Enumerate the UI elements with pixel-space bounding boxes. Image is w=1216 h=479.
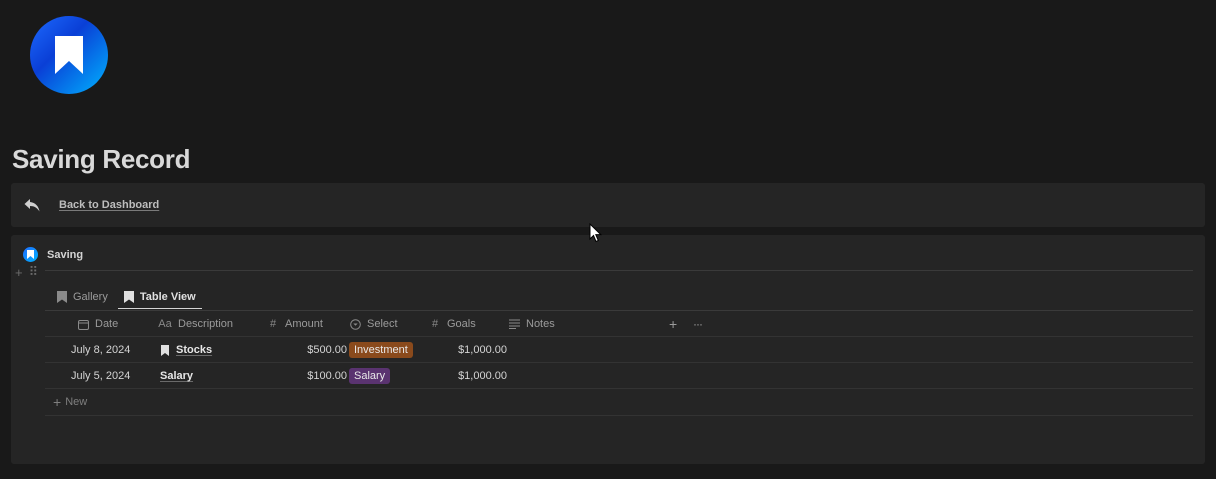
- cell-goals: $1,000.00: [458, 370, 507, 382]
- page-title: Saving Record: [12, 144, 191, 174]
- select-tag: Salary: [349, 368, 391, 384]
- back-callout: Back to Dashboard: [11, 183, 1205, 227]
- bookmark-icon: [123, 290, 134, 303]
- bookmark-icon: [23, 247, 38, 262]
- drag-handle-icon[interactable]: ⠿: [29, 264, 39, 280]
- column-header-goals[interactable]: # Goals: [429, 311, 476, 337]
- plus-icon: +: [53, 394, 62, 410]
- divider: [45, 270, 1193, 271]
- reply-arrow-icon: [23, 196, 41, 214]
- column-header-description[interactable]: Aa Description: [158, 311, 233, 337]
- column-label: Amount: [285, 318, 323, 330]
- select-tag: Investment: [349, 342, 413, 358]
- calendar-icon: [77, 319, 89, 330]
- cell-amount: $100.00: [307, 370, 347, 382]
- column-label: Notes: [526, 318, 555, 330]
- column-label: Select: [367, 318, 398, 330]
- select-chevron-icon: [349, 318, 361, 330]
- new-row-label: New: [65, 396, 88, 408]
- column-header-date[interactable]: Date: [77, 311, 118, 337]
- database-title[interactable]: Saving: [47, 249, 83, 261]
- hash-icon: #: [431, 318, 439, 330]
- view-tabs: Gallery Table View: [53, 285, 208, 309]
- page-icon[interactable]: [30, 16, 108, 94]
- column-label: Description: [178, 318, 234, 330]
- linked-database: Saving + ⠿ Gallery Table View Date Aa De…: [11, 235, 1205, 464]
- row-title[interactable]: Stocks: [176, 344, 212, 356]
- back-to-dashboard-link[interactable]: Back to Dashboard: [59, 199, 159, 211]
- cell-description[interactable]: Stocks: [161, 337, 212, 363]
- hash-icon: #: [269, 318, 277, 330]
- tab-gallery[interactable]: Gallery: [53, 285, 112, 309]
- cell-amount: $500.00: [307, 344, 347, 356]
- cell-select[interactable]: Salary: [349, 363, 391, 389]
- cell-select[interactable]: Investment: [349, 337, 413, 363]
- lines-icon: [508, 319, 520, 329]
- more-horizontal-icon: ···: [693, 317, 703, 331]
- tab-label: Gallery: [73, 291, 108, 303]
- table-header: Date Aa Description # Amount Select # Go…: [45, 311, 1193, 337]
- bookmark-icon: [161, 344, 169, 356]
- cell-date: July 5, 2024: [71, 370, 131, 382]
- column-header-amount[interactable]: # Amount: [267, 311, 323, 337]
- add-column-button[interactable]: +: [669, 311, 677, 337]
- row-title[interactable]: Salary: [160, 370, 193, 382]
- column-header-select[interactable]: Select: [349, 311, 398, 337]
- block-handles: + ⠿: [15, 264, 38, 280]
- mouse-cursor-icon: [589, 223, 603, 243]
- database-header[interactable]: Saving: [23, 247, 83, 262]
- cell-description[interactable]: Salary: [160, 363, 193, 389]
- column-label: Goals: [447, 318, 476, 330]
- table-row[interactable]: July 8, 2024 Stocks $500.00 Investment $…: [45, 337, 1193, 363]
- cell-goals: $1,000.00: [458, 344, 507, 356]
- cell-date: July 8, 2024: [71, 344, 131, 356]
- tab-label: Table View: [139, 290, 196, 303]
- column-label: Date: [95, 318, 119, 330]
- add-new-row-button[interactable]: + New: [45, 389, 1193, 416]
- plus-icon: +: [669, 316, 678, 332]
- tab-table-view[interactable]: Table View: [117, 285, 202, 309]
- add-block-icon[interactable]: +: [15, 265, 23, 280]
- bookmark-icon: [55, 36, 83, 74]
- cell-notes[interactable]: [508, 337, 658, 363]
- cell-notes[interactable]: [508, 363, 658, 389]
- bookmark-icon: [57, 291, 67, 303]
- more-options-button[interactable]: ···: [693, 311, 703, 337]
- table-row[interactable]: July 5, 2024 Salary $100.00 Salary $1,00…: [45, 363, 1193, 389]
- column-header-notes[interactable]: Notes: [508, 311, 555, 337]
- text-aa-icon: Aa: [158, 318, 172, 330]
